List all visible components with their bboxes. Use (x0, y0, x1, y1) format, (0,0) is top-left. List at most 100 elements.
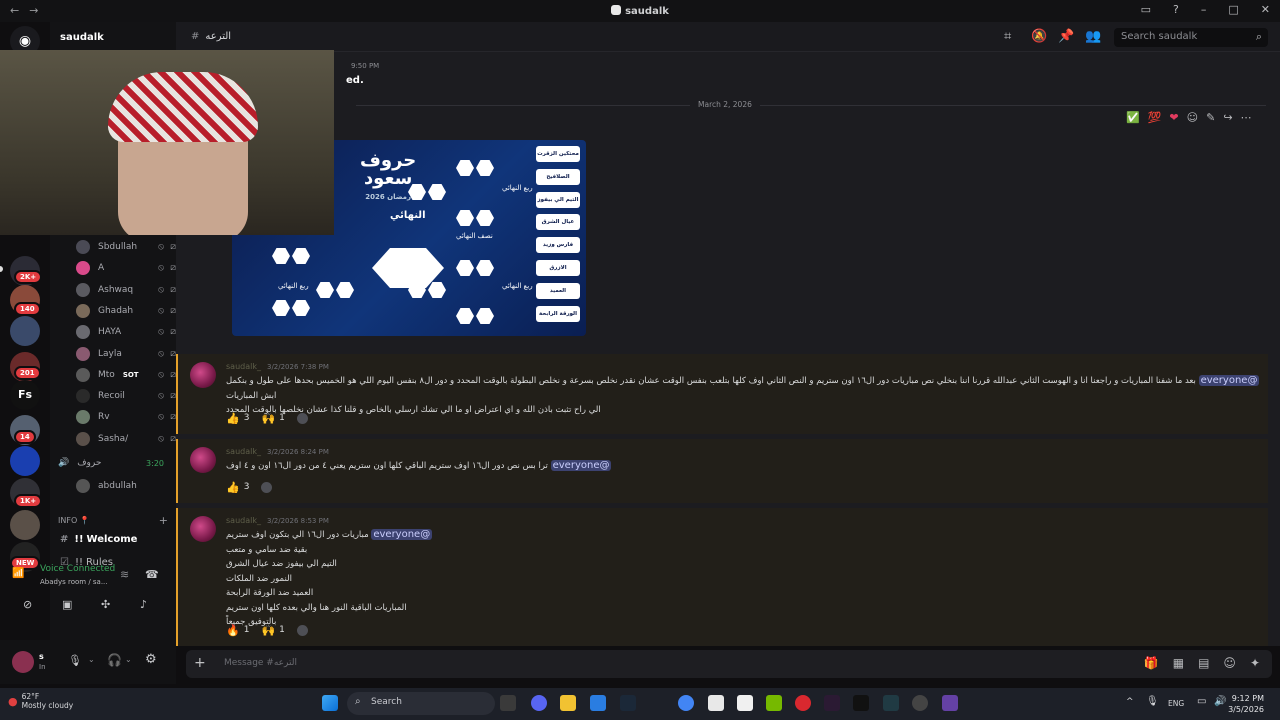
volume-icon[interactable]: 🔊 (1214, 696, 1226, 707)
search-input[interactable]: Search saudalk ⌕ (1114, 28, 1268, 47)
voice-user[interactable]: HAYA ⦸ ⧄ (76, 323, 176, 341)
heart-reaction-icon[interactable]: ❤ (1169, 111, 1178, 124)
reaction-emoji[interactable]: 👍 (226, 481, 240, 494)
gift-icon[interactable]: 🎁 (1144, 656, 1159, 670)
add-reaction-icon[interactable]: ☺ (1187, 111, 1198, 124)
message-input[interactable]: Message #الترعه (224, 658, 297, 668)
settings-gear-icon[interactable]: ⚙ (145, 652, 157, 667)
microphone-icon[interactable]: 🎙 (68, 654, 82, 667)
message[interactable]: saudalk_ 3/2/2026 8:53 PM @everyone مباريا… (176, 508, 1268, 646)
close-button[interactable]: ✕ (1261, 3, 1270, 16)
message[interactable]: saudalk_ 3/2/2026 7:38 PM @everyone بعد ما… (176, 354, 1268, 434)
add-channel-icon[interactable]: + (159, 514, 168, 527)
obs-icon[interactable] (912, 695, 928, 711)
add-reaction-icon[interactable] (296, 624, 308, 636)
message-list[interactable]: 9:50 PM ed. March 2, 2026 ✅ 💯 ❤ ☺ ✎ ↪ ⋯ … (176, 52, 1280, 646)
voice-user[interactable]: Recoil ⦸ ⧄ (76, 387, 176, 405)
chevron-down-icon[interactable]: ⌄ (125, 655, 132, 664)
voice-status-subtitle[interactable]: Abadys room / sa... (40, 578, 108, 586)
voice-user[interactable]: Sasha/⦸ ⧄ (76, 430, 176, 448)
document-icon[interactable] (737, 695, 753, 711)
voice-user[interactable]: Sbdullah ⦸ ⧄ (76, 238, 176, 256)
store-icon[interactable] (590, 695, 606, 711)
voice-channel[interactable]: 🔊 حروف 3:20 (58, 454, 168, 472)
edit-icon[interactable]: ✎ (1206, 111, 1215, 124)
category-info[interactable]: INFO 📍 + (58, 510, 172, 530)
message-author[interactable]: saudalk_ (226, 362, 261, 371)
discord-taskbar-icon[interactable] (531, 695, 547, 711)
server-icon-3[interactable] (10, 316, 40, 346)
language-indicator[interactable]: ENG (1168, 699, 1184, 708)
noise-suppression-icon[interactable]: ≋ (120, 568, 129, 581)
video-off-icon[interactable]: ⊘ (23, 598, 32, 611)
sticker-icon[interactable]: ▤ (1198, 656, 1209, 670)
pin-icon[interactable]: 📌 (1058, 29, 1074, 44)
help-icon[interactable]: ? (1173, 3, 1179, 16)
threads-icon[interactable]: ⌗ (1004, 29, 1011, 44)
mention[interactable]: @everyone (371, 529, 433, 540)
message-author[interactable]: saudalk_ (226, 516, 261, 525)
emoji-reaction-icon[interactable]: 💯 (1148, 111, 1162, 124)
maximize-button[interactable]: □ (1228, 3, 1238, 16)
terminal-icon[interactable] (883, 695, 899, 711)
server-icon-6[interactable] (10, 446, 40, 476)
file-explorer-icon[interactable] (560, 695, 576, 711)
voice-user[interactable]: Ashwaq ⦸ ⧄ (76, 281, 176, 299)
voice-user[interactable]: A ⦸ ⧄ (76, 259, 176, 277)
server-icon-8[interactable] (10, 510, 40, 540)
attach-plus-icon[interactable]: + (194, 655, 206, 671)
notepad-icon[interactable] (708, 695, 724, 711)
gif-icon[interactable]: ▦ (1173, 656, 1184, 670)
taskbar-search[interactable]: ⌕ Search (347, 692, 495, 715)
message-author[interactable]: saudalk_ (226, 447, 261, 456)
voice-user[interactable]: Mto SOT ⦸ ⧄ (76, 366, 176, 384)
more-options-icon[interactable]: ⋯ (1241, 111, 1252, 124)
steam-icon[interactable] (620, 695, 636, 711)
clock[interactable]: 9:12 PM 3/5/2026 (1228, 693, 1264, 715)
nvidia-icon[interactable] (766, 695, 782, 711)
tray-chevron-icon[interactable]: ^ (1126, 697, 1134, 707)
avatar[interactable] (190, 447, 216, 473)
weather-widget[interactable]: ● 62°F Mostly cloudy (8, 692, 73, 710)
app-icon[interactable] (824, 695, 840, 711)
recorder-icon[interactable] (795, 695, 811, 711)
avatar[interactable] (190, 516, 216, 542)
voice-user[interactable]: Layla ⦸ ⧄ (76, 345, 176, 363)
voice-user[interactable]: Ghadah ⦸ ⧄ (76, 302, 176, 320)
reaction-emoji[interactable]: 👍 (226, 412, 240, 425)
mention[interactable]: @everyone (1198, 375, 1260, 386)
add-reaction-icon[interactable] (261, 481, 273, 493)
avatar[interactable] (190, 362, 216, 388)
disconnect-icon[interactable]: ☎ (145, 568, 159, 581)
apps-icon[interactable]: ✦ (1250, 656, 1260, 670)
reaction-emoji[interactable]: 🔥 (226, 624, 240, 637)
emoji-icon[interactable]: ☺ (1223, 656, 1236, 670)
voice-member[interactable]: abdullah (76, 477, 176, 495)
screen-share-icon[interactable]: ▣ (62, 598, 72, 611)
mention[interactable]: @everyone (550, 460, 612, 471)
start-windows-icon[interactable] (322, 695, 338, 711)
voice-user[interactable]: Rv ⦸ ⧄ (76, 408, 176, 426)
server-icon-fs[interactable]: Fs (10, 380, 40, 410)
members-icon[interactable]: 👥 (1085, 29, 1101, 44)
activities-icon[interactable]: ✣ (101, 598, 110, 611)
add-reaction-icon[interactable] (296, 412, 308, 424)
task-view-icon[interactable] (500, 695, 516, 711)
mic-tray-icon[interactable]: 🎙 (1146, 696, 1159, 707)
reply-icon[interactable]: ↪ (1223, 111, 1232, 124)
mute-icon[interactable]: 🔕 (1031, 29, 1047, 44)
message-composer[interactable]: + Message #الترعه 🎁 ▦ ▤ ☺ ✦ (186, 650, 1272, 678)
avatar[interactable] (12, 651, 34, 673)
headphones-icon[interactable]: 🎧 (107, 653, 122, 667)
soundboard-icon[interactable]: ♪ (140, 598, 147, 611)
reaction-emoji[interactable]: 🙌 (261, 624, 275, 637)
minimize-button[interactable]: – (1201, 3, 1207, 16)
server-header[interactable]: saudalk (50, 22, 176, 52)
game-icon[interactable] (853, 695, 869, 711)
reaction-emoji[interactable]: 🙌 (261, 412, 275, 425)
chevron-down-icon[interactable]: ⌄ (88, 655, 95, 664)
check-reaction-icon[interactable]: ✅ (1126, 111, 1140, 124)
network-icon[interactable]: ▭ (1197, 696, 1206, 707)
inbox-icon[interactable]: ▭ (1141, 3, 1151, 16)
chrome-icon[interactable] (678, 695, 694, 711)
